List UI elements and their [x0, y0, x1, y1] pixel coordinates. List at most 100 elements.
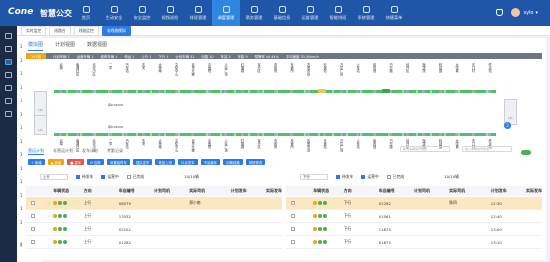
station-upper[interactable]: 科技园: [438, 63, 442, 73]
station-lower[interactable]: 北湖: [58, 139, 63, 145]
station-upper[interactable]: 火车站: [355, 63, 360, 73]
chevron-down-icon[interactable]: ▾: [535, 10, 538, 16]
checkbox-icon[interactable]: [336, 175, 340, 179]
page-tab[interactable]: 线路台: [49, 25, 71, 36]
action-button[interactable]: 不运营车: [200, 159, 221, 165]
status-checkbox[interactable]: 待发车: [76, 174, 93, 180]
table-row[interactable]: 上行 13532: [26, 210, 282, 223]
table-row[interactable]: 下行 01061 12:40: [286, 210, 542, 223]
action-button[interactable]: 切换线路: [223, 159, 243, 165]
station-upper[interactable]: 终点站: [487, 63, 492, 73]
checkbox-icon[interactable]: [386, 175, 391, 179]
station-upper[interactable]: 体育馆: [372, 63, 376, 73]
station-lower[interactable]: 市政府: [273, 139, 277, 149]
nav-item[interactable]: 视频巡检: [156, 0, 184, 26]
nav-item[interactable]: 首页: [72, 0, 100, 26]
table-row[interactable]: 下行 01875 13:10: [286, 236, 542, 249]
bus-marker[interactable]: [382, 89, 390, 93]
status-checkbox[interactable]: 已完成: [386, 174, 404, 180]
station-upper[interactable]: 经开区: [405, 63, 409, 73]
station-lower[interactable]: 军分区: [256, 139, 261, 149]
monitor-icon[interactable]: [5, 59, 12, 65]
plan-tab[interactable]: 考勤记录: [107, 148, 123, 155]
station-upper[interactable]: 长途站: [322, 63, 327, 73]
action-button[interactable]: 设置临时车: [106, 159, 130, 165]
station-lower[interactable]: 红旗路: [240, 139, 244, 149]
station-upper[interactable]: 东门村: [471, 63, 475, 73]
station-upper[interactable]: 东关: [141, 63, 145, 69]
table-row[interactable]: 上行 06079 郑小南: [26, 197, 282, 210]
dashboard-icon[interactable]: [5, 33, 12, 39]
settings-icon[interactable]: [5, 98, 12, 104]
page-tab[interactable]: 非线路模拟: [101, 25, 131, 36]
nav-item[interactable]: 系统管理: [352, 0, 380, 26]
nav-item[interactable]: 调度管理: [212, 0, 240, 26]
station-lower[interactable]: 大学城: [454, 139, 459, 149]
nav-item[interactable]: 排班管理: [184, 0, 212, 26]
checkbox-icon[interactable]: [126, 175, 131, 179]
station-lower[interactable]: 长途站: [322, 139, 327, 149]
table-row[interactable]: 上行 01262: [26, 236, 282, 249]
row-checkbox[interactable]: [31, 240, 35, 244]
station-upper[interactable]: 车管所: [289, 63, 294, 73]
station-upper[interactable]: 文化中心: [174, 63, 178, 76]
station-upper[interactable]: 万达广场: [339, 63, 343, 76]
view-tab[interactable]: 数据视图: [87, 41, 107, 51]
station-upper[interactable]: 中医院: [207, 63, 211, 73]
view-tab[interactable]: 模拟图: [28, 41, 44, 51]
station-upper[interactable]: 大桥南: [157, 63, 162, 73]
row-checkbox[interactable]: [31, 214, 35, 218]
row-checkbox[interactable]: [31, 201, 35, 205]
table-row[interactable]: 上行 02102: [26, 223, 282, 236]
row-checkbox[interactable]: [291, 227, 295, 231]
checkbox-icon[interactable]: [101, 175, 106, 179]
nav-item[interactable]: 基础信息: [268, 0, 296, 26]
action-button[interactable]: + 新增: [28, 159, 45, 165]
station-upper[interactable]: 市政府: [273, 63, 277, 73]
station-lower[interactable]: 大桥南: [157, 139, 162, 149]
nav-item[interactable]: 票务管理: [240, 0, 268, 26]
nav-item[interactable]: 运维管理: [296, 0, 324, 26]
station-lower[interactable]: 文化中心: [174, 139, 178, 152]
nav-item[interactable]: 智能排班: [324, 0, 352, 26]
station-upper[interactable]: 白沙路: [388, 63, 393, 73]
station-upper[interactable]: 北北小区: [91, 63, 96, 76]
station-lower[interactable]: 车管所: [289, 139, 294, 149]
status-checkbox[interactable]: 运营中: [101, 174, 119, 180]
station-upper[interactable]: 汽车站: [124, 63, 129, 73]
bell-icon[interactable]: [496, 9, 504, 16]
status-checkbox[interactable]: 运营中: [361, 174, 379, 180]
station-upper[interactable]: 大学城: [454, 63, 459, 73]
plan-tab[interactable]: 发车计划: [82, 148, 98, 155]
station-lower[interactable]: 火车站: [355, 139, 360, 149]
direction-select[interactable]: 下行: [300, 174, 328, 180]
station-upper[interactable]: 百货大楼: [190, 63, 195, 76]
checkbox-icon[interactable]: [361, 175, 366, 179]
station-lower[interactable]: 人民广场: [223, 139, 228, 152]
station-lower[interactable]: 二中: [108, 139, 112, 145]
station-upper[interactable]: 军分区: [256, 63, 261, 73]
page-tab[interactable]: 线路监控: [73, 25, 99, 36]
station-upper[interactable]: 医学院: [421, 63, 426, 73]
action-button[interactable]: ■ 发车: [67, 159, 85, 165]
nav-item[interactable]: 快捷菜单: [380, 0, 408, 26]
action-button[interactable]: ▲ 调度: [47, 159, 65, 165]
bus-count-badge[interactable]: 2: [504, 122, 511, 129]
search-input-2[interactable]: 输入车辆编号搜索: [462, 146, 512, 152]
list-icon[interactable]: [5, 46, 12, 52]
action-button[interactable]: 补点发车: [178, 159, 198, 165]
station-lower[interactable]: 百货大楼: [190, 139, 195, 152]
station-upper[interactable]: 南湖社区: [75, 63, 79, 76]
page-tab[interactable]: 实时监控: [21, 25, 47, 36]
avatar[interactable]: [511, 8, 521, 17]
station-lower[interactable]: 东关: [141, 139, 145, 145]
table-row[interactable]: 下行 11875 13:00: [286, 223, 542, 236]
station-upper[interactable]: 人民广场: [223, 63, 228, 76]
status-checkbox[interactable]: 待发车: [336, 174, 353, 180]
checkbox-icon[interactable]: [76, 175, 80, 179]
status-checkbox[interactable]: 已完成: [126, 174, 144, 180]
nav-item[interactable]: 生动安全: [100, 0, 128, 26]
station-upper[interactable]: 红旗路: [240, 63, 244, 73]
row-checkbox[interactable]: [291, 240, 295, 244]
station-lower[interactable]: 体育馆: [372, 139, 376, 149]
